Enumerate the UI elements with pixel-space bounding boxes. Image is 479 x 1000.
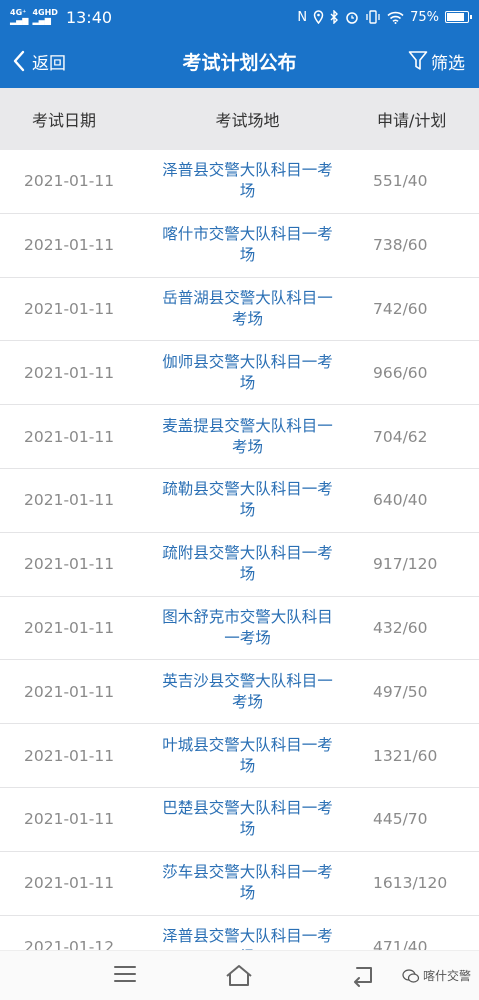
- vibrate-icon: [366, 10, 380, 24]
- status-bar: 4G⁺ ▂▄▆ 4GHD ▂▄▆ 13:40 N 75%: [0, 0, 479, 34]
- menu-icon[interactable]: [113, 963, 137, 985]
- system-navigation-bar: 喀什交警: [0, 950, 479, 1000]
- row-venue: 疏勒县交警大队科目一考场: [162, 480, 333, 520]
- row-date: 2021-01-11: [24, 363, 115, 382]
- row-date: 2021-01-11: [24, 618, 115, 637]
- row-date: 2021-01-11: [24, 746, 115, 765]
- battery-percent: 75%: [410, 9, 439, 25]
- table-row[interactable]: 2021-01-12 泽普县交警大队科目一考场 471/40: [0, 915, 479, 950]
- row-date: 2021-01-11: [24, 236, 115, 255]
- home-icon[interactable]: [224, 963, 254, 987]
- battery-icon: [445, 11, 472, 23]
- row-ratio: 738/60: [373, 236, 428, 255]
- chevron-left-icon: [13, 50, 25, 72]
- table-header: 考试日期 考试场地 申请/计划: [0, 88, 479, 150]
- back-button[interactable]: 返回: [0, 49, 120, 74]
- row-venue: 叶城县交警大队科目一考场: [162, 735, 333, 775]
- row-ratio: 1321/60: [373, 746, 438, 765]
- row-date: 2021-01-11: [24, 810, 115, 829]
- row-ratio: 704/62: [373, 427, 428, 446]
- row-date: 2021-01-12: [24, 937, 115, 950]
- row-venue: 巴楚县交警大队科目一考场: [162, 799, 333, 839]
- row-ratio: 742/60: [373, 299, 428, 318]
- row-date: 2021-01-11: [24, 299, 115, 318]
- filter-icon: [408, 51, 428, 70]
- row-ratio: 1613/120: [373, 874, 448, 893]
- table-row[interactable]: 2021-01-11 伽师县交警大队科目一考场 966/60: [0, 341, 479, 406]
- row-date: 2021-01-11: [24, 427, 115, 446]
- row-ratio: 432/60: [373, 618, 428, 637]
- row-ratio: 640/40: [373, 491, 428, 510]
- wifi-icon: [387, 11, 404, 24]
- filter-button[interactable]: 筛选: [359, 49, 479, 74]
- table-row[interactable]: 2021-01-11 泽普县交警大队科目一考场 551/40: [0, 150, 479, 214]
- header-date: 考试日期: [32, 111, 97, 130]
- table-row[interactable]: 2021-01-11 疏附县交警大队科目一考场 917/120: [0, 532, 479, 597]
- row-venue: 泽普县交警大队科目一考场: [162, 926, 333, 950]
- table-row[interactable]: 2021-01-11 图木舒克市交警大队科目一考场 432/60: [0, 596, 479, 661]
- nfc-icon: N: [297, 9, 308, 25]
- row-venue: 岳普湖县交警大队科目一考场: [162, 288, 333, 328]
- row-ratio: 445/70: [373, 810, 428, 829]
- filter-label: 筛选: [431, 53, 465, 74]
- row-ratio: 966/60: [373, 363, 428, 382]
- wechat-icon: [402, 968, 420, 983]
- signal-indicator-1: 4G⁺ ▂▄▆: [10, 8, 29, 25]
- table-row[interactable]: 2021-01-11 叶城县交警大队科目一考场 1321/60: [0, 724, 479, 788]
- row-ratio: 497/50: [373, 682, 428, 701]
- row-ratio: 917/120: [373, 555, 438, 574]
- page-title: 考试计划公布: [182, 51, 297, 74]
- header-venue: 考试场地: [215, 111, 280, 130]
- header-ratio: 申请/计划: [377, 111, 447, 130]
- row-date: 2021-01-11: [24, 555, 115, 574]
- table-row[interactable]: 2021-01-11 巴楚县交警大队科目一考场 445/70: [0, 787, 479, 852]
- row-venue: 麦盖提县交警大队科目一考场: [162, 416, 333, 456]
- row-venue: 喀什市交警大队科目一考场: [162, 225, 333, 265]
- row-ratio: 471/40: [373, 937, 428, 950]
- signal-indicator-2: 4GHD ▂▄▆: [32, 8, 58, 25]
- row-venue: 泽普县交警大队科目一考场: [162, 161, 333, 201]
- watermark: 喀什交警: [402, 967, 471, 984]
- clock: 13:40: [65, 7, 113, 27]
- table-row[interactable]: 2021-01-11 莎车县交警大队科目一考场 1613/120: [0, 851, 479, 916]
- row-venue: 伽师县交警大队科目一考场: [162, 352, 333, 392]
- row-venue: 莎车县交警大队科目一考场: [162, 863, 333, 903]
- bluetooth-icon: [330, 10, 339, 24]
- watermark-text: 喀什交警: [422, 969, 471, 983]
- table-row[interactable]: 2021-01-11 疏勒县交警大队科目一考场 640/40: [0, 468, 479, 533]
- status-icons: N 75%: [297, 9, 472, 25]
- row-date: 2021-01-11: [24, 491, 115, 510]
- exam-plan-list[interactable]: 2021-01-11 泽普县交警大队科目一考场 551/40 2021-01-1…: [0, 150, 479, 950]
- row-date: 2021-01-11: [24, 874, 115, 893]
- row-venue: 疏附县交警大队科目一考场: [162, 544, 333, 584]
- row-ratio: 551/40: [373, 172, 428, 191]
- nav-bar: 返回 考试计划公布 筛选: [0, 34, 479, 88]
- alarm-icon: [346, 12, 358, 24]
- table-row[interactable]: 2021-01-11 英吉沙县交警大队科目一考场 497/50: [0, 660, 479, 725]
- row-date: 2021-01-11: [24, 682, 115, 701]
- row-venue: 英吉沙县交警大队科目一考场: [162, 671, 333, 711]
- table-row[interactable]: 2021-01-11 麦盖提县交警大队科目一考场 704/62: [0, 405, 479, 469]
- table-row[interactable]: 2021-01-11 喀什市交警大队科目一考场 738/60: [0, 213, 479, 278]
- row-date: 2021-01-11: [24, 172, 115, 191]
- back-label: 返回: [32, 53, 66, 74]
- back-icon[interactable]: [350, 963, 376, 987]
- location-icon: [313, 10, 324, 24]
- table-row[interactable]: 2021-01-11 岳普湖县交警大队科目一考场 742/60: [0, 277, 479, 342]
- row-venue: 图木舒克市交警大队科目一考场: [162, 607, 333, 647]
